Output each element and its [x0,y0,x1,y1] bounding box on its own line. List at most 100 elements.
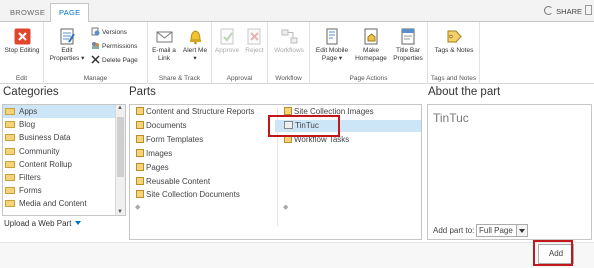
home-icon [364,28,377,45]
approve-icon [220,28,233,45]
group-workflow: Workflows Workflow [268,22,310,84]
part-images[interactable]: Images [136,148,172,160]
delete-page-button[interactable]: Delete Page [91,55,138,65]
about-part-title: TinTuc [433,111,469,125]
categories-list: Apps Blog Business Data Community Conten… [2,104,126,216]
make-homepage-label: Make Homepage [355,47,387,62]
group-approval: Approve Reject Approval [212,22,268,84]
zone-select[interactable]: Full Page [476,224,528,237]
group-label-manage: Manage [83,75,108,82]
group-label-workflow: Workflow [275,75,302,82]
folder-icon [5,147,15,155]
focus-toggle-icon[interactable] [585,5,592,15]
highlight-annotation-tintuc [268,115,340,137]
footer-bar [0,242,594,268]
categories-heading: Categories [3,86,59,98]
group-tags-notes: Tags & Notes Tags and Notes [428,22,480,84]
stop-editing-icon [14,28,30,45]
delete-page-label: Delete Page [102,57,138,64]
part-pages[interactable]: Pages [136,162,169,174]
tab-browse[interactable]: BROWSE [2,4,53,23]
category-forms[interactable]: Forms [3,184,125,197]
part-reusable-content[interactable]: Reusable Content [136,176,210,188]
edit-properties-button[interactable]: Edit Properties ▾ [48,28,86,62]
folder-icon [5,134,15,142]
make-homepage-button[interactable]: Make Homepage [354,28,388,62]
workflows-button[interactable]: Workflows [270,28,308,55]
scroll-thumb[interactable] [117,117,124,177]
share-button[interactable]: SHARE [544,6,582,16]
parts-heading: Parts [129,86,156,98]
tags-notes-label: Tags & Notes [434,47,474,54]
group-label-page-actions: Page Actions [349,75,388,82]
stop-editing-label: Stop Editing [4,47,40,54]
category-community[interactable]: Community [3,145,125,158]
scroll-down-icon[interactable]: ▼ [117,209,123,215]
chevron-down-icon [516,225,527,236]
folder-icon [5,173,15,181]
edit-mobile-page-label: Edit Mobile Page ▾ [315,47,349,62]
category-label: Content Rollup [19,159,72,169]
email-link-button[interactable]: E-mail a Link [149,28,179,62]
folder-icon [5,187,15,195]
about-panel: TinTuc Add part to: Full Page [427,104,592,240]
group-edit: Stop Editing Edit [0,22,44,84]
workflows-label: Workflows [274,47,304,54]
category-business-data[interactable]: Business Data [3,131,125,144]
category-apps[interactable]: Apps [3,105,125,119]
part-label: Reusable Content [146,177,211,186]
category-content-rollup[interactable]: Content Rollup [3,158,125,171]
group-manage: Edit Properties ▾ Versions Permissions D… [44,22,148,84]
drag-handle-icon: ◆ [283,204,289,211]
part-label: Site Collection Documents [146,190,240,199]
approve-button[interactable]: Approve [213,28,241,55]
upload-label: Upload a Web Part [4,219,72,228]
category-label: Blog [19,120,36,130]
scroll-up-icon[interactable]: ▲ [117,105,123,111]
folder-icon [5,121,15,129]
group-label-tags-notes: Tags and Notes [430,75,477,82]
ribbon-tabs: BROWSE PAGE SHARE [0,0,594,23]
web-part-icon [136,190,144,198]
upload-web-part-button[interactable]: Upload a Web Part [4,219,82,228]
web-part-icon [136,135,144,143]
group-label-edit: Edit [15,75,28,82]
versions-label: Versions [102,29,127,36]
stop-editing-button[interactable]: Stop Editing [2,28,42,55]
permissions-button[interactable]: Permissions [91,41,137,51]
folder-icon [5,108,15,115]
alert-me-button[interactable]: Alert Me ▾ [181,28,209,62]
tags-notes-button[interactable]: Tags & Notes [434,28,474,55]
versions-icon [91,27,100,36]
add-part-to-label: Add part to: [433,226,475,235]
approve-label: Approve [214,47,240,54]
categories-scrollbar[interactable]: ▲ ▼ [115,105,125,215]
part-content-structure-reports[interactable]: Content and Structure Reports [136,106,255,118]
group-page-actions: Edit Mobile Page ▾ Make Homepage Title B… [310,22,428,84]
part-form-templates[interactable]: Form Templates [136,134,203,146]
part-documents[interactable]: Documents [136,120,186,132]
web-part-icon [136,107,144,115]
edit-mobile-page-button[interactable]: Edit Mobile Page ▾ [312,28,352,62]
web-part-icon [136,121,144,129]
group-label-approval: Approval [226,75,253,82]
category-label: Apps [19,107,38,116]
zone-select-value: Full Page [479,226,513,235]
tab-page[interactable]: PAGE [50,3,90,23]
title-bar-properties-button[interactable]: Title Bar Properties [390,28,426,62]
email-link-label: E-mail a Link [152,47,176,62]
category-blog[interactable]: Blog [3,118,125,131]
versions-button[interactable]: Versions [91,27,127,37]
part-site-collection-documents[interactable]: Site Collection Documents [136,189,240,201]
title-bar-icon [401,28,414,45]
workflows-icon [281,29,297,44]
edit-properties-label: Edit Properties ▾ [49,47,85,62]
category-filters[interactable]: Filters [3,171,125,184]
folder-icon [5,160,15,168]
tags-icon [447,30,462,43]
title-bar-properties-label: Title Bar Properties [393,47,423,62]
category-label: Forms [19,186,42,196]
category-media-and-content[interactable]: Media and Content [3,197,125,210]
category-label: Community [19,146,60,156]
reject-button[interactable]: Reject [242,28,267,55]
